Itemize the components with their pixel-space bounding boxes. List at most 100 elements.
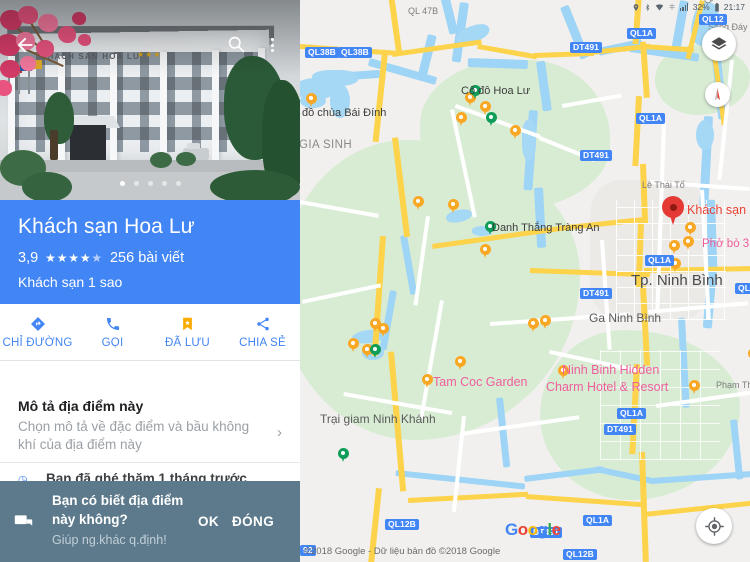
map-marker[interactable]	[528, 318, 539, 333]
map-road-shield: QL1	[735, 283, 750, 295]
map-road-shield: QL12	[699, 14, 727, 26]
map-water	[522, 120, 536, 160]
map-road-shield: QL1A	[636, 113, 666, 125]
selected-place-marker[interactable]	[662, 196, 684, 226]
map-road	[477, 44, 538, 60]
map-road-shield: QL12B	[563, 549, 597, 561]
saved-button[interactable]: ĐÃ LƯU	[150, 315, 225, 349]
directions-icon	[30, 315, 46, 332]
map-label: Tp. Ninh Bình	[631, 272, 723, 289]
action-bar: CHỈ ĐƯỜNG GỌI ĐÃ LƯU CHIA SẺ	[0, 304, 300, 361]
map-marker[interactable]	[306, 93, 317, 108]
back-button[interactable]	[14, 34, 36, 56]
search-button[interactable]	[226, 34, 248, 56]
map-marker[interactable]	[480, 244, 491, 259]
battery-percent: 32%	[692, 1, 710, 12]
map-label: Khách sạn	[687, 203, 747, 217]
map-label: Ga Ninh Bình	[589, 311, 662, 325]
map-marker[interactable]	[448, 199, 459, 214]
bluetooth-icon	[645, 3, 650, 11]
location-icon	[633, 3, 639, 11]
map-road-shield: QL38B	[338, 47, 372, 59]
place-rating: 3,9 ★★★★★ 256 bài viết	[18, 250, 184, 266]
map-label: đồ chùa Bái Đính	[302, 107, 387, 119]
phone-icon	[105, 315, 121, 332]
layers-button[interactable]	[702, 27, 736, 61]
place-title: Khách sạn Hoa Lư	[18, 215, 195, 238]
map-marker[interactable]	[683, 236, 694, 251]
map-label: Trại giam Ninh Khánh	[320, 412, 436, 426]
map-road-shield: DT491	[580, 150, 613, 162]
google-logo: Google	[505, 520, 561, 539]
map-road-shield: QL1A	[645, 255, 675, 267]
share-button[interactable]: CHIA SẺ	[225, 315, 300, 349]
map-marker[interactable]	[669, 240, 680, 255]
map-road	[392, 39, 482, 57]
rating-stars: ★★★★★	[45, 251, 103, 265]
saved-label: ĐÃ LƯU	[165, 337, 210, 349]
map-marker[interactable]	[455, 356, 466, 371]
photo-carousel-dots[interactable]	[0, 181, 300, 186]
map-river	[730, 419, 744, 480]
share-label: CHIA SẺ	[239, 337, 286, 349]
describe-place-row[interactable]: Mô tả địa điểm này Chọn mô tả về đặc điể…	[0, 384, 300, 466]
describe-place-subtitle: Chọn mô tả về đặc điểm và bầu không khí …	[18, 419, 250, 452]
bookmark-saved-icon	[180, 315, 195, 332]
snackbar-close-button[interactable]: ĐÓNG	[232, 514, 274, 529]
map-label: Tam Coc Garden	[433, 375, 528, 389]
map-marker[interactable]	[378, 323, 389, 338]
snackbar-message: Bạn có biết địa điểm này không?	[52, 493, 184, 528]
snackbar-subtext: Giúp ng.khác q.định!	[52, 533, 167, 547]
map-road-shield: DT491	[580, 288, 613, 300]
map-label: Lê Thái Tổ	[642, 180, 685, 190]
search-icon	[228, 36, 245, 53]
compass-icon	[715, 88, 720, 101]
map-road-shield: DT491	[570, 42, 603, 54]
map-road-shield: DT491	[604, 424, 637, 436]
map-marker[interactable]	[689, 380, 700, 395]
map-marker[interactable]	[480, 101, 491, 116]
layers-icon	[711, 37, 727, 50]
map-road	[632, 96, 642, 167]
map-marker[interactable]	[456, 112, 467, 127]
review-count: 256 bài viết	[109, 250, 185, 266]
photo-scrim	[0, 0, 300, 200]
map-label: Charm Hotel & Resort	[546, 380, 669, 394]
snackbar-ok-button[interactable]: OK	[198, 514, 219, 529]
map-marker[interactable]	[413, 196, 424, 211]
map-marker[interactable]	[348, 338, 359, 353]
signal-icon	[679, 3, 689, 11]
map-marker[interactable]	[370, 344, 381, 359]
map-marker[interactable]	[338, 448, 349, 463]
feedback-snackbar: Bạn có biết địa điểm này không? Giúp ng.…	[0, 481, 300, 562]
call-button[interactable]: GỌI	[75, 315, 150, 349]
call-label: GỌI	[101, 337, 124, 349]
directions-label: CHỈ ĐƯỜNG	[2, 337, 73, 349]
overflow-menu-button[interactable]	[264, 34, 280, 56]
wifi-icon	[655, 3, 663, 10]
describe-place-title: Mô tả địa điểm này	[18, 398, 144, 414]
map-canvas[interactable]: Cố đô Hoa Lư đồ chùa Bái Đính GIA SINH Danh…	[300, 0, 750, 562]
compass-button[interactable]	[705, 82, 730, 107]
map-label: Cố đô Hoa Lư	[461, 85, 531, 97]
map-marker[interactable]	[685, 222, 696, 237]
my-location-button[interactable]	[696, 508, 732, 544]
vpn-icon	[669, 4, 675, 10]
map-label: Ninh Binh Hidden	[562, 363, 660, 377]
map-marker[interactable]	[540, 315, 551, 330]
map-road-shield: QL1A	[627, 28, 657, 40]
map-label: Phạm Thiên Duật	[716, 380, 750, 390]
my-location-icon	[704, 516, 724, 536]
map-marker[interactable]	[422, 374, 433, 389]
map-marker[interactable]	[510, 125, 521, 140]
place-header: Khách sạn Hoa Lư 3,9 ★★★★★ 256 bài viết …	[0, 200, 300, 304]
chevron-right-icon: ›	[277, 424, 282, 441]
place-details-panel: KHACH SAN HOA LU ★★★	[0, 0, 300, 562]
app-root: Cố đô Hoa Lư đồ chùa Bái Đính GIA SINH Danh…	[0, 0, 750, 562]
directions-button[interactable]: CHỈ ĐƯỜNG	[0, 315, 75, 349]
map-attribution: ©2018 Google - Dữ liệu bản đồ ©2018 Goog…	[304, 546, 501, 557]
map-road	[644, 500, 750, 517]
place-photo[interactable]: KHACH SAN HOA LU ★★★	[0, 0, 300, 200]
map-road-shield: QL1A	[617, 408, 647, 420]
clock: 21:17	[723, 1, 745, 12]
